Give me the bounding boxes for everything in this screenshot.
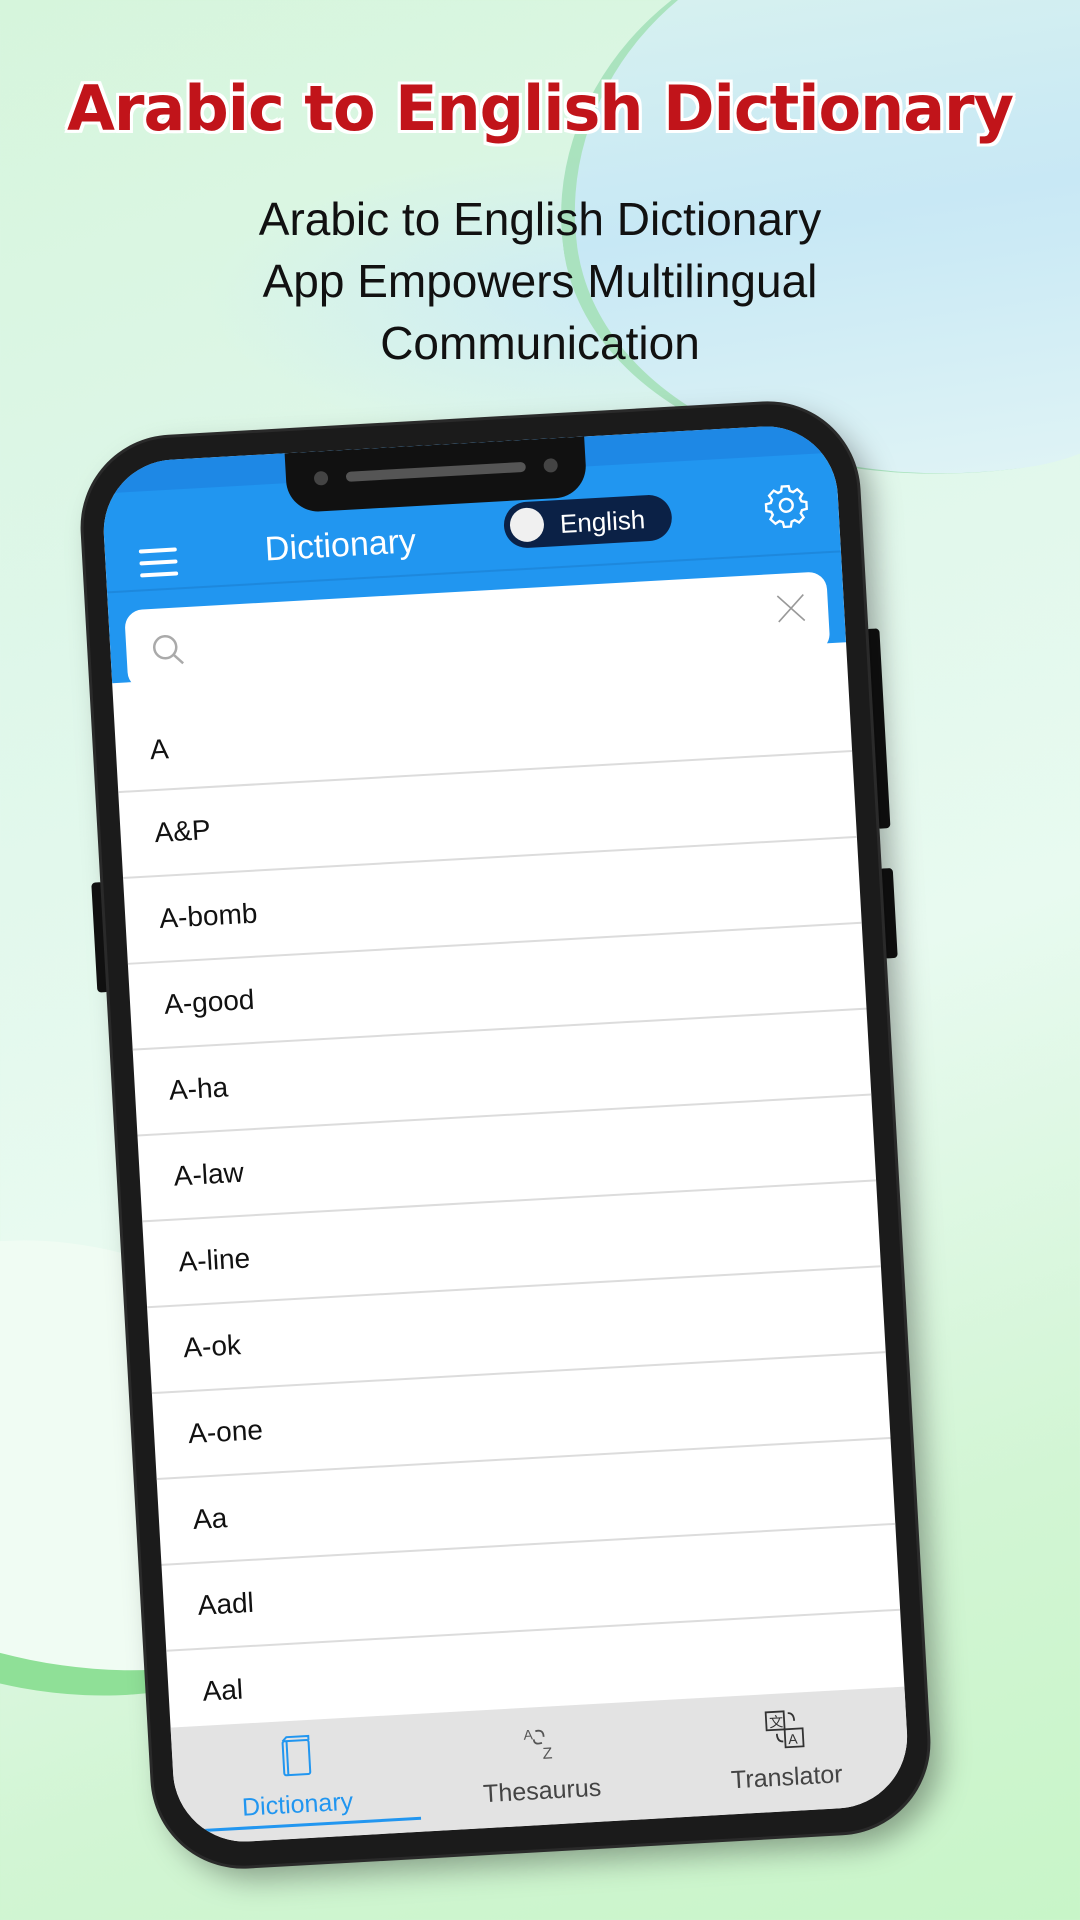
subtitle-line: App Empowers Multilingual <box>262 255 818 307</box>
tab-translator[interactable]: 文 A Translator <box>660 1687 911 1818</box>
svg-text:文: 文 <box>768 1713 783 1730</box>
subtitle-line: Communication <box>380 317 700 369</box>
language-toggle[interactable]: English <box>502 493 674 550</box>
translate-icon: 文 A <box>764 1710 805 1749</box>
earpiece <box>345 461 527 482</box>
word-list: A A&P A-bomb A-good A-ha A-law A-line A-… <box>113 672 905 1738</box>
settings-gear-icon[interactable] <box>761 480 812 531</box>
svg-text:A: A <box>523 1726 534 1743</box>
svg-text:A: A <box>787 1731 798 1748</box>
search-icon <box>152 634 184 665</box>
tab-thesaurus[interactable]: A Z Thesaurus <box>415 1700 666 1831</box>
subtitle-line: Arabic to English Dictionary <box>258 193 822 245</box>
promo-subtitle: Arabic to English Dictionary App Empower… <box>140 188 940 374</box>
a-to-z-swap-icon: A Z <box>523 1726 553 1763</box>
tab-label: Thesaurus <box>482 1773 602 1809</box>
clear-search-icon[interactable] <box>773 590 809 626</box>
phone-mockup: Dictionary English A A&P A-bomb A-good A… <box>78 399 933 1871</box>
app-screen: Dictionary English A A&P A-bomb A-good A… <box>99 422 911 1846</box>
toggle-knob <box>509 506 545 543</box>
svg-text:Z: Z <box>542 1745 553 1763</box>
tab-label: Dictionary <box>241 1787 354 1822</box>
tab-label: Translator <box>730 1760 844 1795</box>
hamburger-menu-icon[interactable] <box>138 547 179 578</box>
promo-headline: Arabic to English Dictionary <box>66 72 1014 145</box>
front-camera <box>313 470 329 486</box>
sensor <box>543 458 559 473</box>
search-bar <box>124 571 831 691</box>
phone-frame: Dictionary English A A&P A-bomb A-good A… <box>78 399 933 1871</box>
app-title: Dictionary <box>263 522 417 569</box>
tab-dictionary[interactable]: Dictionary <box>171 1714 422 1845</box>
book-icon <box>281 1734 311 1777</box>
search-input[interactable] <box>204 589 750 674</box>
language-toggle-label: English <box>559 504 646 539</box>
